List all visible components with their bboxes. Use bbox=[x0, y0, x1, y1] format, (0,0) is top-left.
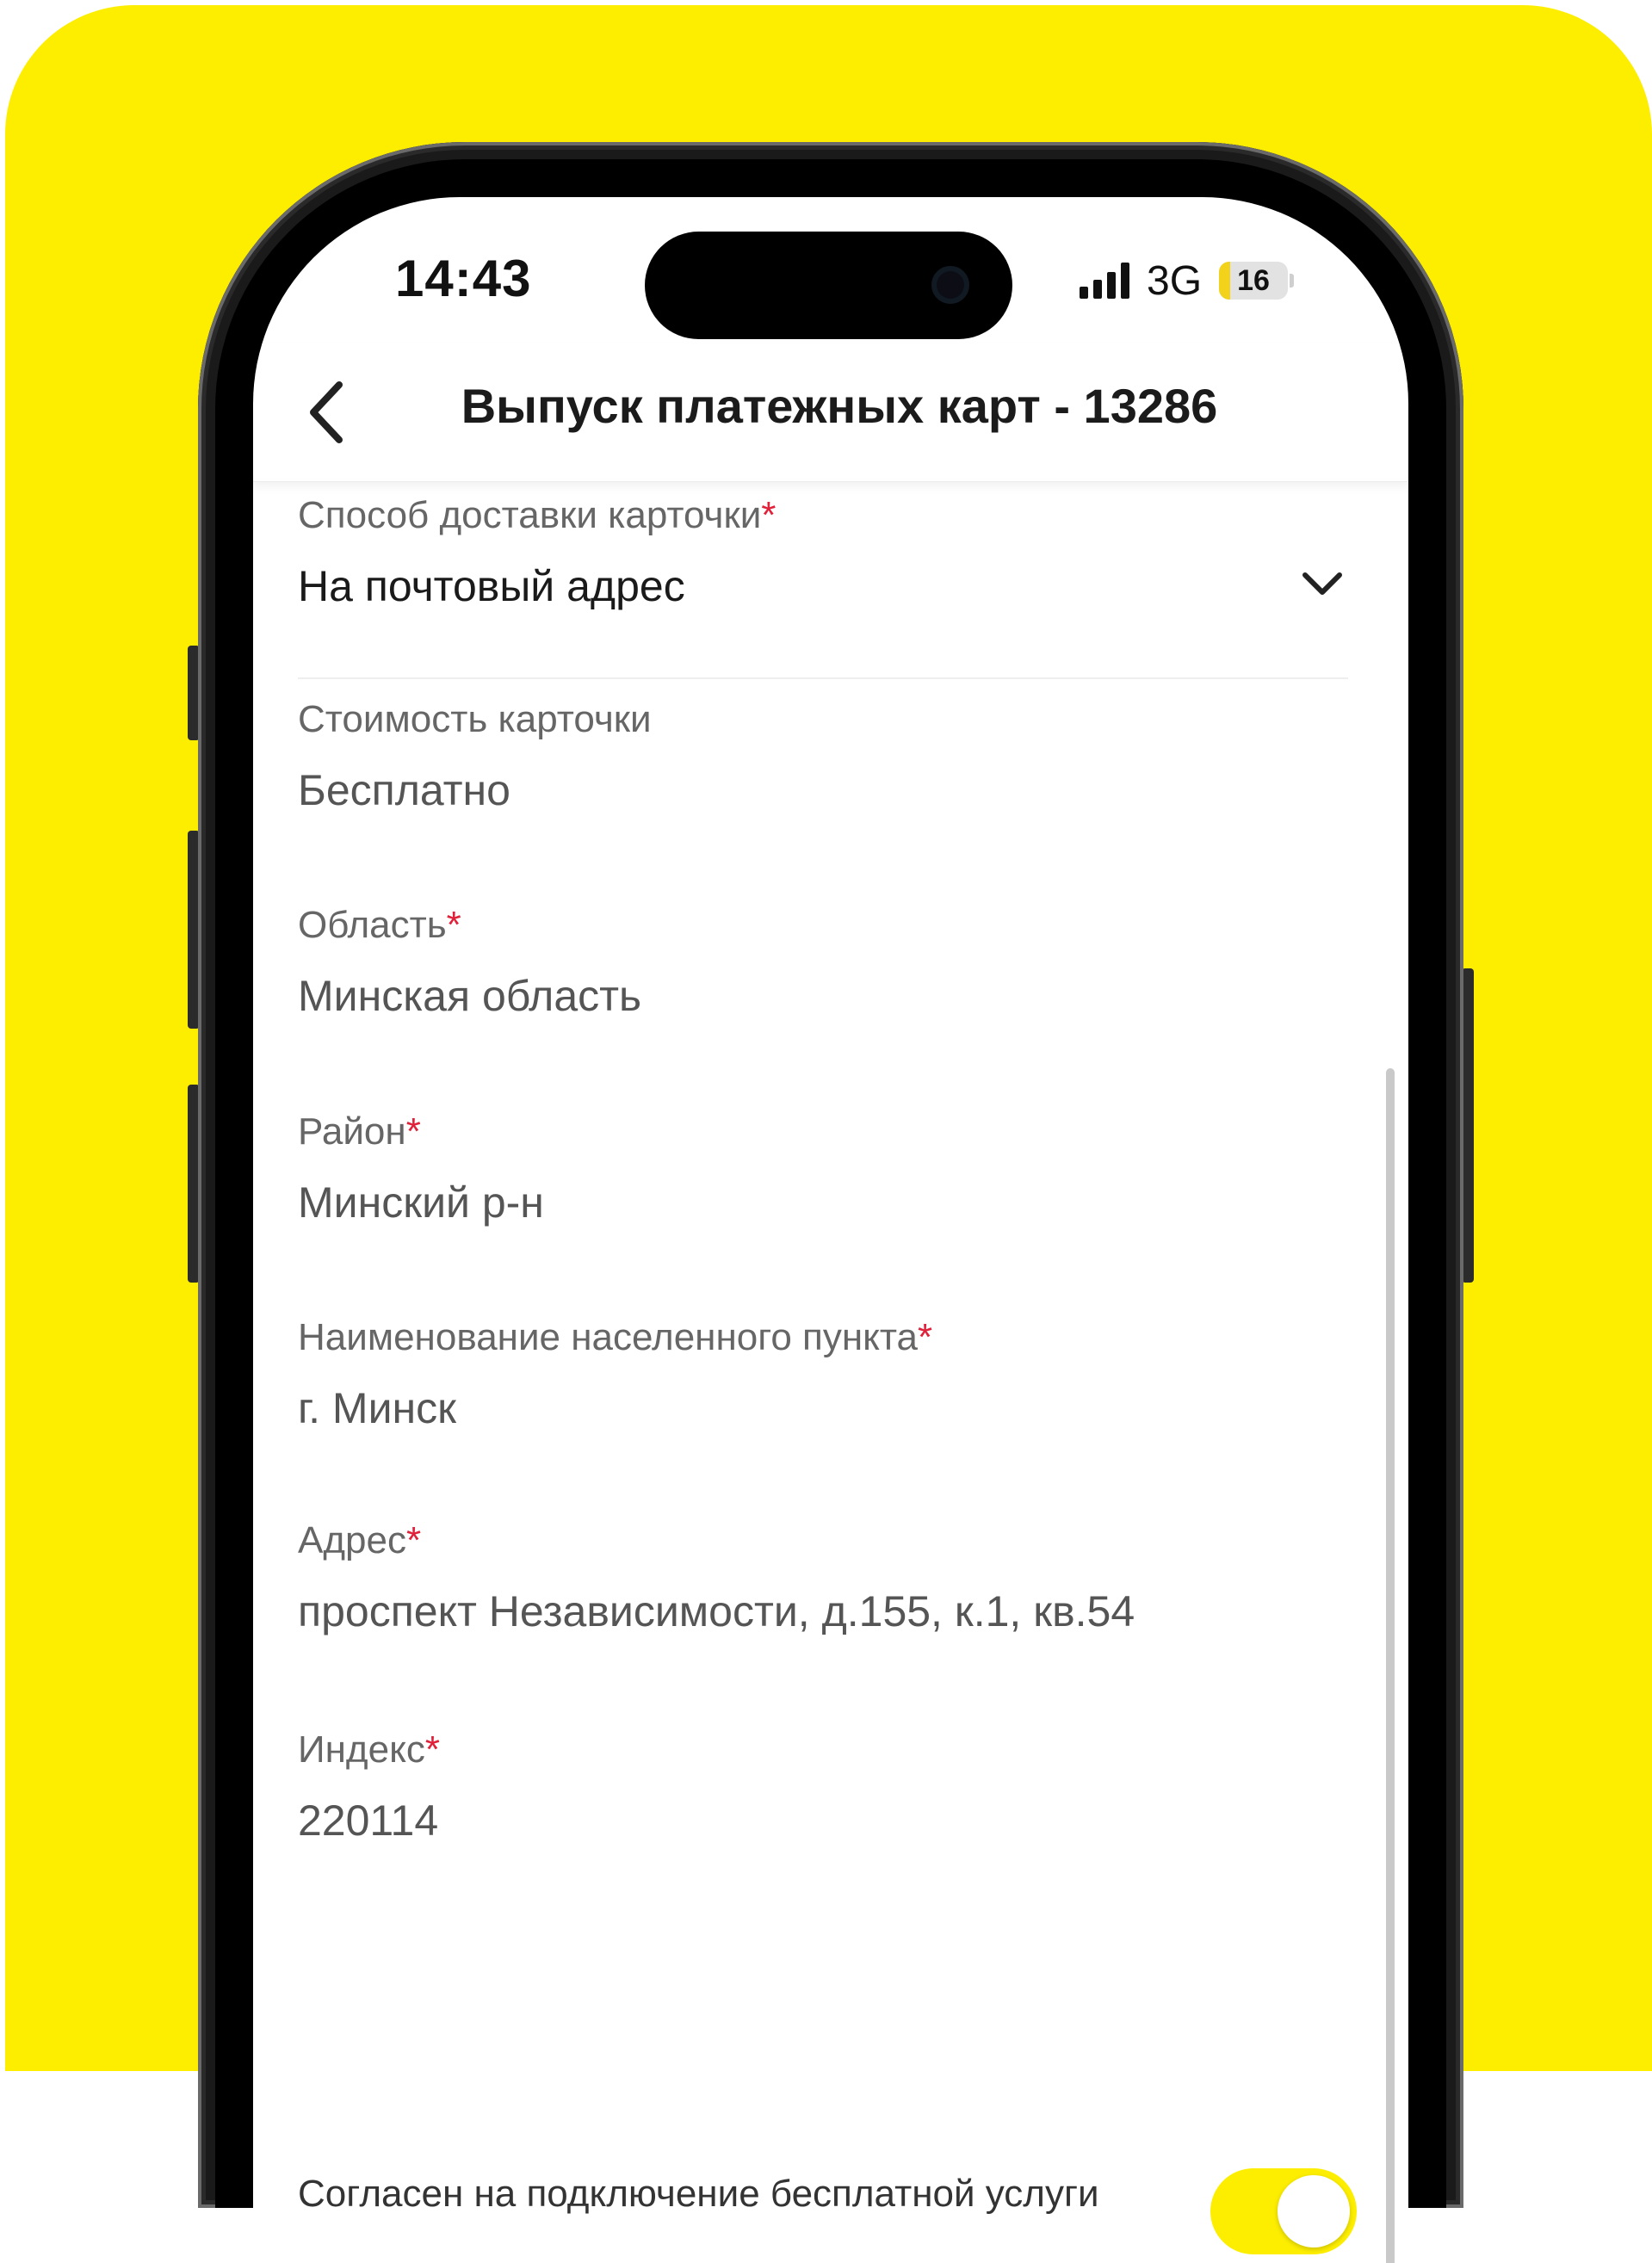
card-cost-field: Стоимость карточки Бесплатно bbox=[298, 698, 1348, 883]
required-mark: * bbox=[918, 1316, 933, 1358]
back-button[interactable] bbox=[288, 374, 365, 451]
postcode-value: 220114 bbox=[298, 1796, 439, 1845]
phone-screen: 14:43 3G 16 Выпуск платежных карт - 1328… bbox=[253, 197, 1408, 2263]
status-time: 14:43 bbox=[395, 250, 532, 307]
locality-field[interactable]: Наименование населенного пункта* г. Минс… bbox=[298, 1316, 1348, 1501]
field-label: Наименование населенного пункта* bbox=[298, 1316, 1348, 1359]
required-mark: * bbox=[761, 494, 777, 536]
postcode-label: Индекс bbox=[298, 1728, 425, 1771]
required-mark: * bbox=[446, 904, 461, 946]
nav-bar: Выпуск платежных карт - 13286 bbox=[253, 343, 1408, 482]
power-button bbox=[1462, 968, 1474, 1283]
district-value: Минский р-н bbox=[298, 1178, 544, 1227]
delivery-value: На почтовый адрес bbox=[298, 562, 685, 610]
locality-label: Наименование населенного пункта bbox=[298, 1316, 919, 1358]
address-label: Адрес bbox=[298, 1519, 406, 1561]
district-field[interactable]: Район* Минский р-н bbox=[298, 1110, 1348, 1295]
chevron-down-icon bbox=[1302, 572, 1342, 595]
field-label: Район* bbox=[298, 1110, 1348, 1153]
required-mark: * bbox=[424, 1728, 440, 1771]
field-label: Способ доставки карточки* bbox=[298, 494, 1348, 537]
front-camera-icon bbox=[931, 266, 969, 304]
region-value: Минская область bbox=[298, 972, 642, 1020]
required-mark: * bbox=[405, 1110, 421, 1153]
region-field[interactable]: Область* Минская область bbox=[298, 904, 1348, 1089]
field-label: Индекс* bbox=[298, 1728, 1348, 1771]
field-label: Адрес* bbox=[298, 1519, 1348, 1562]
address-value: проспект Независимости, д.155, к.1, кв.5… bbox=[298, 1587, 1135, 1635]
page-title: Выпуск платежных карт - 13286 bbox=[461, 379, 1218, 433]
chevron-left-icon bbox=[310, 381, 343, 443]
field-label: Область* bbox=[298, 904, 1348, 947]
postcode-field[interactable]: Индекс* 220114 bbox=[298, 1728, 1348, 1914]
locality-value: г. Минск bbox=[298, 1384, 456, 1432]
dynamic-island bbox=[645, 232, 1012, 339]
phone-frame: 14:43 3G 16 Выпуск платежных карт - 1328… bbox=[198, 142, 1463, 2263]
battery-icon: 16 bbox=[1219, 262, 1289, 300]
district-label: Район bbox=[298, 1110, 406, 1153]
delivery-method-dropdown[interactable]: Способ доставки карточки* На почтовый ад… bbox=[298, 494, 1348, 679]
battery-level: 16 bbox=[1237, 263, 1270, 297]
divider bbox=[298, 677, 1348, 679]
delivery-label: Способ доставки карточки bbox=[298, 494, 762, 536]
scrollbar[interactable] bbox=[1386, 1068, 1395, 2263]
network-type: 3G bbox=[1147, 257, 1203, 304]
signal-icon bbox=[1080, 263, 1129, 299]
toggle-knob bbox=[1278, 2175, 1350, 2248]
address-field[interactable]: Адрес* проспект Независимости, д.155, к.… bbox=[298, 1519, 1348, 1704]
battery-tip bbox=[1290, 274, 1295, 288]
consent-toggle[interactable] bbox=[1210, 2168, 1357, 2254]
required-mark: * bbox=[405, 1519, 422, 1561]
status-indicators: 3G 16 bbox=[1080, 250, 1295, 311]
region-label: Область bbox=[298, 904, 447, 946]
battery-fill bbox=[1219, 262, 1230, 300]
consent-label: Согласен на подключение бесплатной услуг… bbox=[298, 2173, 1099, 2215]
cost-value: Бесплатно bbox=[298, 766, 510, 814]
cost-label: Стоимость карточки bbox=[298, 698, 652, 740]
